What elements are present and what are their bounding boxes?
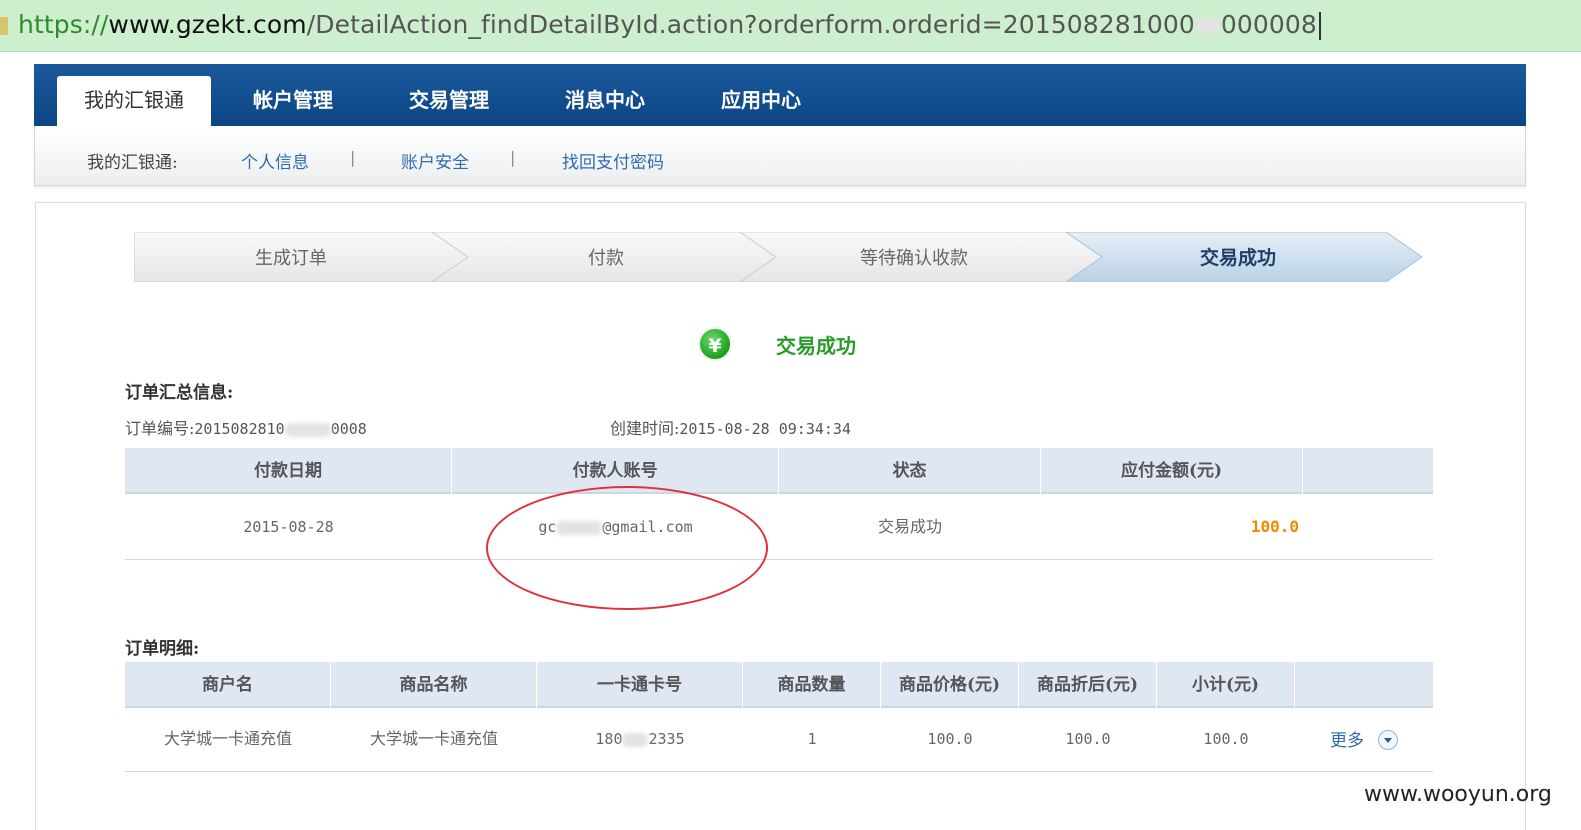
status-text: 交易成功: [776, 334, 856, 358]
subnav-separator: |: [350, 148, 356, 167]
progress-steps: 生成订单 付款 等待确认收款 交易成功: [134, 232, 1423, 282]
address-bar[interactable]: https://www.gzekt.com/DetailAction_findD…: [0, 0, 1581, 52]
payment-table-header: 付款日期 付款人账号 状态 应付金额(元): [125, 448, 1433, 494]
col-price: 商品价格(元): [881, 662, 1019, 708]
nav-account-management[interactable]: 帐户管理: [228, 76, 358, 126]
detail-title: 订单明细:: [125, 639, 200, 659]
price: 100.0: [927, 730, 973, 748]
watermark: www.wooyun.org: [1364, 782, 1552, 807]
col-merchant: 商户名: [125, 662, 331, 708]
yuan-success-icon: ¥: [698, 327, 732, 361]
url-host: www.gzekt.com: [108, 10, 307, 39]
annotation-circle: [486, 486, 768, 610]
card-number-prefix: 180: [595, 730, 623, 748]
url-tail: 000008: [1220, 10, 1317, 39]
table-row: 大学城一卡通充值 大学城一卡通充值 180 2335 1 100.0 100.0 …: [125, 708, 1433, 772]
subnav-link-recover-password[interactable]: 找回支付密码: [562, 148, 664, 173]
nav-message-center[interactable]: 消息中心: [540, 76, 670, 126]
sub-nav: 我的汇银通: 个人信息 | 账户安全 | 找回支付密码: [34, 126, 1526, 186]
order-number-value-a: 2015082810: [194, 420, 285, 438]
nav-app-center[interactable]: 应用中心: [696, 76, 826, 126]
order-number-value-b: 0008: [330, 420, 367, 438]
redacted-blur: [622, 732, 649, 747]
url-scheme: https://: [18, 10, 109, 39]
url-path: /DetailAction_findDetailById.action?orde…: [306, 10, 1195, 39]
col-product: 商品名称: [331, 662, 537, 708]
col-quantity: 商品数量: [743, 662, 881, 708]
created-time-label: 创建时间:: [610, 419, 680, 438]
pay-amount: 100.0: [1250, 517, 1299, 536]
step-3-label: 等待确认收款: [860, 248, 968, 269]
step-1-label: 生成订单: [255, 248, 327, 269]
card-number: 180 2335: [537, 708, 743, 770]
col-status: 状态: [779, 448, 1041, 494]
merchant-name: 大学城一卡通充值: [163, 729, 292, 748]
discounted-price: 100.0: [1065, 730, 1111, 748]
nav-trade-management[interactable]: 交易管理: [384, 76, 514, 126]
col-subtotal: 小计(元): [1157, 662, 1295, 708]
subnav-link-security[interactable]: 账户安全: [401, 148, 469, 173]
table-row: 2015-08-28 gc @gmail.com 交易成功 100.0: [125, 496, 1433, 560]
nav-my-huiyintong[interactable]: 我的汇银通: [57, 76, 211, 126]
created-time-value: 2015-08-28 09:34:34: [679, 420, 851, 438]
col-discounted: 商品折后(元): [1019, 662, 1157, 708]
detail-table-header: 商户名 商品名称 一卡通卡号 商品数量 商品价格(元) 商品折后(元) 小计(元…: [125, 662, 1433, 708]
created-time: 创建时间:2015-08-28 09:34:34: [610, 415, 851, 439]
redacted-blur: [284, 422, 331, 437]
col-card-number: 一卡通卡号: [537, 662, 743, 708]
col-pay-date: 付款日期: [125, 448, 452, 494]
order-number-label: 订单编号:: [125, 419, 195, 438]
col-amount: 应付金额(元): [1041, 448, 1303, 494]
pay-date: 2015-08-28: [243, 518, 334, 536]
summary-title: 订单汇总信息:: [125, 383, 234, 403]
order-number: 订单编号:2015082810 0008: [125, 415, 367, 439]
more-link[interactable]: 更多: [1330, 726, 1364, 751]
redacted-blur: [1194, 19, 1221, 33]
pay-status: 交易成功: [877, 517, 942, 536]
subtotal: 100.0: [1203, 730, 1249, 748]
lock-icon: [0, 17, 8, 35]
chevron-down-icon[interactable]: [1378, 730, 1398, 750]
subnav-label: 我的汇银通:: [87, 153, 178, 173]
step-4-label: 交易成功: [1200, 246, 1276, 269]
quantity: 1: [807, 730, 817, 748]
text-caret: [1318, 12, 1321, 40]
subnav-separator: |: [510, 148, 516, 167]
url-text[interactable]: https://www.gzekt.com/DetailAction_findD…: [18, 10, 1321, 40]
card-number-suffix: 2335: [648, 730, 685, 748]
product-name: 大学城一卡通充值: [369, 729, 498, 748]
subnav-link-profile[interactable]: 个人信息: [241, 148, 309, 173]
step-2-label: 付款: [588, 248, 624, 269]
main-nav: 我的汇银通 帐户管理 交易管理 消息中心 应用中心: [34, 64, 1526, 126]
